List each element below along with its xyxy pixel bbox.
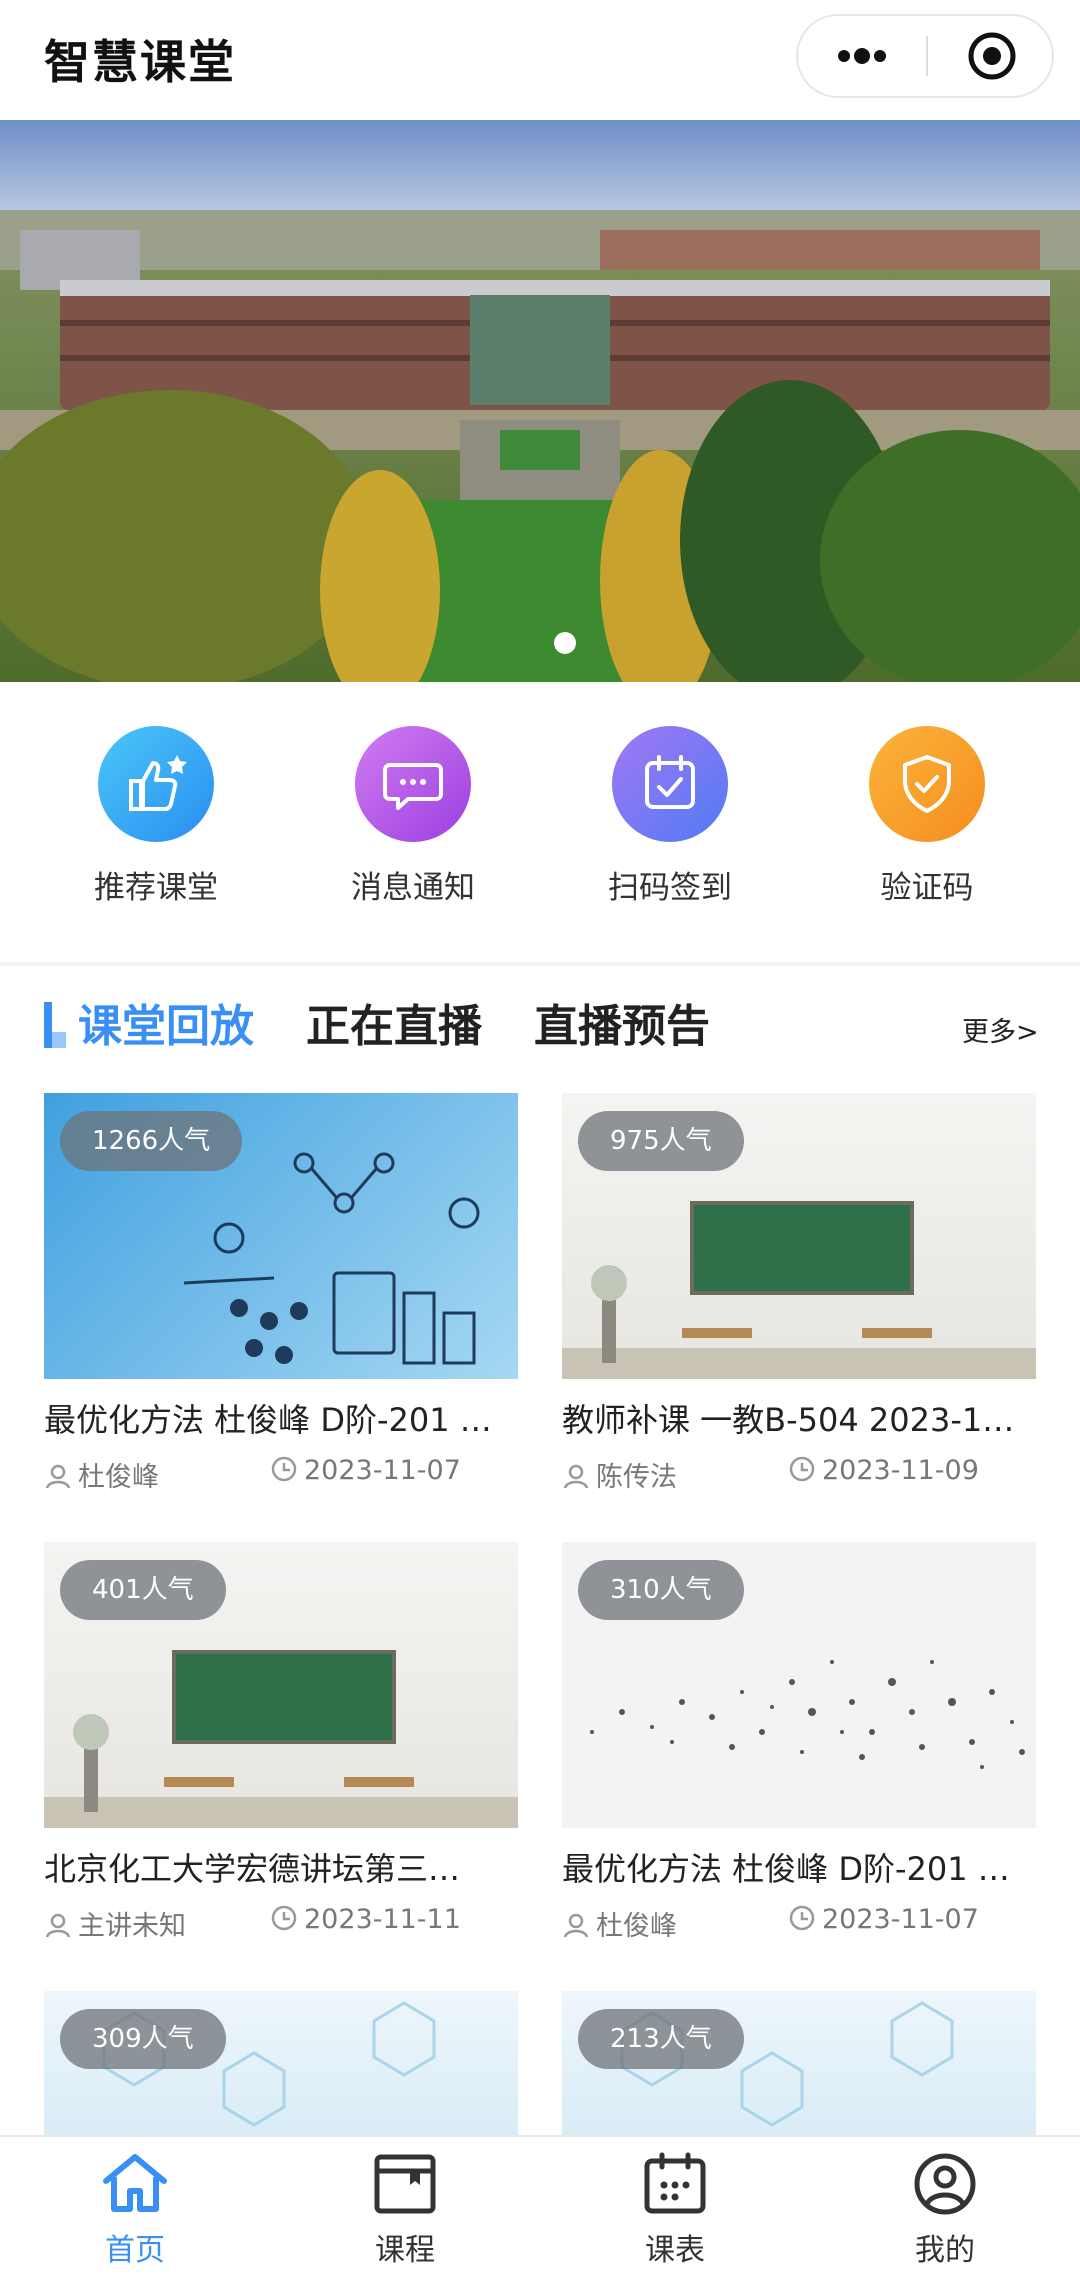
active-tab-marker [44,1002,66,1048]
close-mini-program-button[interactable] [928,16,1056,96]
more-dots-icon [838,48,886,64]
popularity-badge: 975人气 [578,1111,744,1171]
tabbar-label: 首页 [105,2233,165,2268]
quick-entry-recommended[interactable]: 推荐课堂 [56,726,256,916]
quick-entry-label: 扫码签到 [608,870,732,906]
popularity-badge: 310人气 [578,1560,744,1620]
course-meta: 杜俊峰 2023-11-07 [562,1904,1036,1943]
person-icon [563,1913,589,1938]
campus-aerial-image [0,120,1080,682]
course-card[interactable]: 1266人气 最优化方法 杜俊峰 D阶-201 … 杜俊峰 2023-11-07 [44,1093,518,1494]
tab-live-now[interactable]: 正在直播 [306,990,482,1054]
date-info: 2023-11-07 [270,1455,461,1486]
course-date: 2023-11-07 [304,1455,461,1486]
tabbar-item-home[interactable]: 首页 [35,2151,235,2269]
course-date: 2023-11-07 [822,1904,979,1935]
date-info: 2023-11-07 [788,1904,979,1935]
section-divider [0,962,1080,966]
quick-entry-label: 消息通知 [351,870,475,906]
teacher-name: 主讲未知 [78,1911,186,1942]
quick-entry-label: 推荐课堂 [94,870,218,906]
teacher-name: 杜俊峰 [78,1462,159,1493]
bottom-tab-bar: 首页 课程 课表 我的 [0,2135,1080,2279]
clock-icon [789,1905,815,1931]
course-icon [374,2154,436,2214]
more-link[interactable]: 更多> [962,1010,1039,1049]
person-icon [45,1913,71,1938]
mini-program-capsule [796,14,1054,98]
popularity-badge: 401人气 [60,1560,226,1620]
teacher-info: 杜俊峰 [44,1455,159,1494]
teacher-name: 杜俊峰 [596,1911,677,1942]
tabbar-item-course[interactable]: 课程 [305,2151,505,2269]
course-title: 最优化方法 杜俊峰 D阶-201 … [562,1850,1010,1888]
clock-icon [271,1456,297,1482]
course-meta: 陈传法 2023-11-09 [562,1455,1036,1494]
profile-icon [914,2153,976,2215]
course-thumbnail: 309人气 [44,1991,518,2135]
course-meta: 杜俊峰 2023-11-07 [44,1455,518,1494]
course-card[interactable]: 213人气 [562,1991,1036,2135]
person-icon [563,1464,589,1489]
banner-indicator-dot[interactable] [554,632,576,654]
campus-banner[interactable] [0,120,1080,682]
target-close-icon [968,32,1016,80]
tabbar-label: 课表 [645,2233,705,2268]
course-date: 2023-11-11 [304,1904,461,1935]
quick-entry-label: 验证码 [880,870,974,906]
course-card[interactable]: 975人气 教师补课 一教B-504 2023-1… 陈传法 2023-11-0… [562,1093,1036,1494]
course-card[interactable]: 310人气 最优化方法 杜俊峰 D阶-201 … 杜俊峰 2023-11-07 [562,1542,1036,1943]
course-title: 教师补课 一教B-504 2023-1… [562,1401,1015,1439]
course-thumbnail: 310人气 [562,1542,1036,1828]
course-date: 2023-11-09 [822,1455,979,1486]
tabbar-label: 我的 [915,2233,975,2268]
teacher-info: 主讲未知 [44,1904,186,1943]
course-thumbnail: 975人气 [562,1093,1036,1379]
content-tabs: 课堂回放 正在直播 直播预告 更多> [0,990,1080,1070]
course-card[interactable]: 401人气 北京化工大学宏德讲坛第三… 主讲未知 2023-11-11 [44,1542,518,1943]
date-info: 2023-11-09 [788,1455,979,1486]
popularity-badge: 309人气 [60,2009,226,2069]
shield-check-icon [869,726,985,842]
course-thumbnail: 1266人气 [44,1093,518,1379]
schedule-icon [644,2152,706,2214]
person-icon [45,1464,71,1489]
course-thumbnail: 401人气 [44,1542,518,1828]
popularity-badge: 1266人气 [60,1111,243,1171]
quick-entry-scan-checkin[interactable]: 扫码签到 [570,726,770,916]
more-menu-button[interactable] [798,16,926,96]
tab-live-preview[interactable]: 直播预告 [534,990,710,1054]
course-card[interactable]: 309人气 [44,1991,518,2135]
course-meta: 主讲未知 2023-11-11 [44,1904,518,1943]
home-icon [103,2154,167,2212]
navigation-bar: 智慧课堂 [0,0,1080,120]
tabbar-item-profile[interactable]: 我的 [845,2151,1045,2269]
teacher-name: 陈传法 [596,1462,677,1493]
clock-icon [789,1456,815,1482]
date-info: 2023-11-11 [270,1904,461,1935]
course-title: 北京化工大学宏德讲坛第三… [44,1850,461,1888]
thumbs-up-icon [98,726,214,842]
course-thumbnail: 213人气 [562,1991,1036,2135]
quick-entry-verify-code[interactable]: 验证码 [827,726,1027,916]
popularity-badge: 213人气 [578,2009,744,2069]
course-title: 最优化方法 杜俊峰 D阶-201 … [44,1401,492,1439]
calendar-check-icon [612,726,728,842]
quick-entry-messages[interactable]: 消息通知 [313,726,513,916]
message-icon [355,726,471,842]
teacher-info: 陈传法 [562,1455,677,1494]
clock-icon [271,1905,297,1931]
teacher-info: 杜俊峰 [562,1904,677,1943]
tabbar-label: 课程 [375,2233,435,2268]
tabbar-item-schedule[interactable]: 课表 [575,2151,775,2269]
page-title: 智慧课堂 [44,35,236,89]
tab-replay[interactable]: 课堂回放 [78,990,254,1054]
